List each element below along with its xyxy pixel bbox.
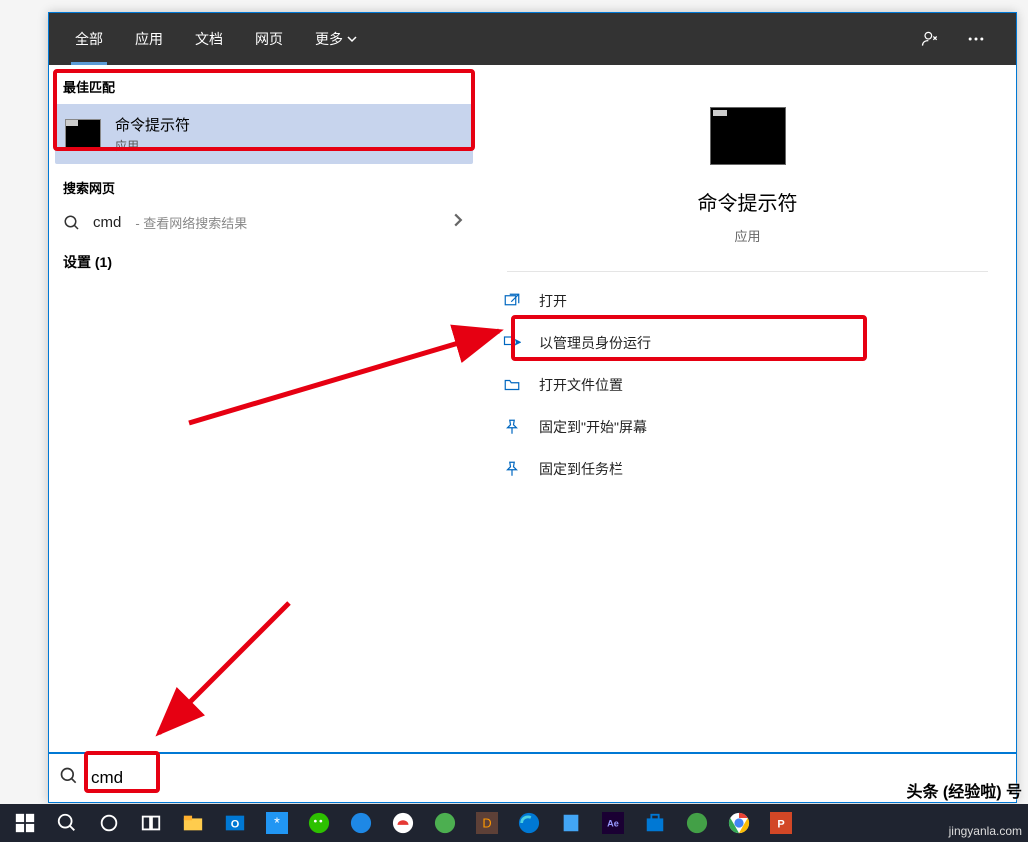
search-icon [63,214,81,232]
tab-more[interactable]: 更多 [299,13,373,65]
tab-web[interactable]: 网页 [239,13,299,65]
action-run-as-admin-label: 以管理员身份运行 [539,333,651,353]
preview-pane: 命令提示符 应用 打开 以管理员身份运行 打开文件位置 [479,65,1016,752]
baidu-netdisk-icon[interactable] [382,804,424,842]
web-search-query: cmd [93,214,121,231]
tab-all[interactable]: 全部 [59,13,119,65]
svg-text:*: * [274,816,280,832]
best-match-subtitle: 应用 [115,137,190,154]
cortana-button[interactable] [88,804,130,842]
wechat-icon[interactable] [298,804,340,842]
taskbar: O * D Ae P [0,804,1028,842]
action-pin-to-taskbar[interactable]: 固定到任务栏 [497,448,998,490]
taskbar-search-button[interactable] [46,804,88,842]
app-large-icon [710,107,786,165]
app-subtitle: 应用 [734,226,760,245]
action-open-file-location[interactable]: 打开文件位置 [497,364,998,406]
search-input[interactable] [89,763,1006,793]
web-search-hint: - 查看网络搜索结果 [135,213,247,232]
tab-apps[interactable]: 应用 [119,13,179,65]
search-web-header: 搜索网页 [49,166,479,203]
cmd-thumbnail-icon [65,119,101,149]
app-icon-5[interactable] [550,804,592,842]
file-explorer-icon[interactable] [172,804,214,842]
edge-icon[interactable] [508,804,550,842]
search-tabs: 全部 应用 文档 网页 更多 [49,13,1016,65]
powerpoint-icon[interactable]: P [760,804,802,842]
watermark-badge: 头条 (经验啦) 号 [906,778,1022,802]
best-match-title: 命令提示符 [115,114,190,135]
svg-text:P: P [777,819,784,831]
svg-text:D: D [482,816,491,831]
action-pin-to-taskbar-label: 固定到任务栏 [539,459,623,479]
action-pin-to-start[interactable]: 固定到"开始"屏幕 [497,406,998,448]
action-open[interactable]: 打开 [497,280,998,322]
chevron-down-icon [347,34,357,44]
start-button[interactable] [4,804,46,842]
pin-taskbar-icon [501,458,523,480]
best-match-item[interactable]: 命令提示符 应用 [55,104,473,164]
app-icon-4[interactable]: D [466,804,508,842]
tab-docs-label: 文档 [195,29,223,49]
tab-all-label: 全部 [75,29,103,49]
search-bar[interactable] [49,752,1016,802]
search-panel: 全部 应用 文档 网页 更多 最佳匹配 命令提示符 应用 [48,12,1017,803]
after-effects-icon[interactable]: Ae [592,804,634,842]
settings-header[interactable]: 设置 (1) [49,242,479,282]
action-open-file-location-label: 打开文件位置 [539,375,623,395]
best-match-header: 最佳匹配 [49,65,479,102]
web-search-item[interactable]: cmd - 查看网络搜索结果 [49,203,479,242]
action-pin-to-start-label: 固定到"开始"屏幕 [539,417,647,437]
action-open-label: 打开 [539,291,567,311]
watermark-url: jingyanla.com [949,824,1022,838]
app-icon-6[interactable] [676,804,718,842]
app-title: 命令提示符 [698,187,798,216]
svg-text:Ae: Ae [607,819,619,829]
microsoft-store-icon[interactable] [634,804,676,842]
folder-location-icon [501,374,523,396]
action-run-as-admin[interactable]: 以管理员身份运行 [497,322,998,364]
tab-more-label: 更多 [315,29,343,49]
tab-docs[interactable]: 文档 [179,13,239,65]
more-options-icon[interactable] [958,21,994,57]
tab-web-label: 网页 [255,29,283,49]
chrome-icon[interactable] [718,804,760,842]
chevron-right-icon [451,213,465,232]
open-icon [501,290,523,312]
shield-run-icon [501,332,523,354]
svg-text:O: O [231,819,240,831]
outlook-icon[interactable]: O [214,804,256,842]
app-icon-1[interactable]: * [256,804,298,842]
app-icon-3[interactable] [424,804,466,842]
task-view-button[interactable] [130,804,172,842]
search-icon [59,766,79,791]
results-list: 最佳匹配 命令提示符 应用 搜索网页 cmd - 查看网络搜索结果 设置 (1) [49,65,479,752]
app-icon-2[interactable] [340,804,382,842]
pin-start-icon [501,416,523,438]
feedback-icon[interactable] [912,21,948,57]
tab-apps-label: 应用 [135,29,163,49]
